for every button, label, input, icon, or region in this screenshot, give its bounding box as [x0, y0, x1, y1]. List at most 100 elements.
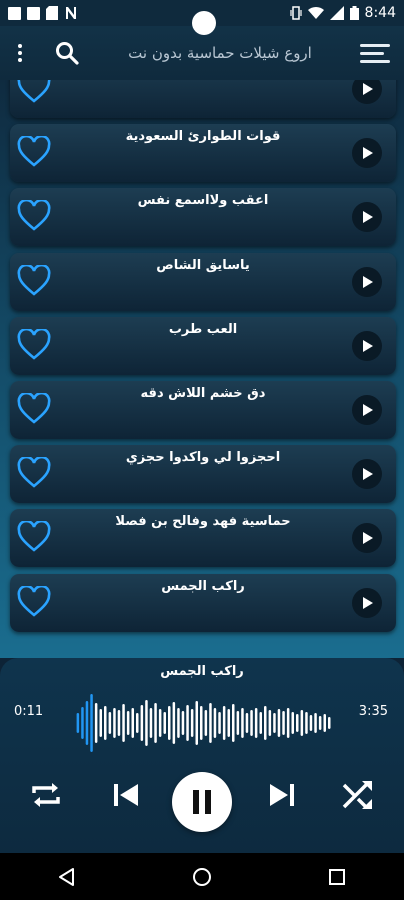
- play-icon: [363, 211, 373, 224]
- track-item[interactable]: راكب الجمس: [10, 573, 396, 632]
- waveform-bar: [76, 713, 80, 733]
- play-button[interactable]: [352, 459, 382, 490]
- waveform-bar: [200, 706, 203, 740]
- camera-cutout: [192, 11, 216, 35]
- track-title: دق خشم اللاش دقه: [140, 386, 266, 401]
- track-item[interactable]: احجزوا لي واكدوا حجزي: [10, 445, 396, 504]
- waveform-bar: [108, 712, 112, 734]
- heart-icon[interactable]: [17, 136, 51, 168]
- waveform-bar: [314, 713, 317, 733]
- waveform-bar: [282, 711, 285, 735]
- heart-icon[interactable]: [17, 393, 51, 425]
- play-button[interactable]: [352, 395, 382, 425]
- waveform-bar: [254, 708, 258, 738]
- waveform-seekbar[interactable]: [76, 690, 332, 756]
- track-item[interactable]: خيال الضيغا الوعيلي: [10, 80, 396, 118]
- play-button[interactable]: [352, 138, 382, 169]
- waveform-bar: [259, 712, 262, 734]
- play-button[interactable]: [352, 266, 382, 297]
- waveform-bar: [245, 713, 249, 733]
- now-playing-title: راكب الجمس: [160, 664, 244, 679]
- home-icon[interactable]: [192, 867, 212, 887]
- waveform-bar: [163, 712, 166, 734]
- waveform-bar: [172, 702, 176, 744]
- play-icon: [363, 339, 373, 352]
- play-button[interactable]: [352, 330, 382, 361]
- waveform-bar: [99, 709, 102, 737]
- waveform-bar: [90, 694, 93, 752]
- waveform-bar: [204, 710, 208, 736]
- recents-icon[interactable]: [327, 867, 347, 887]
- track-title: اعقب ولااسمع نفس: [137, 193, 269, 209]
- track-item[interactable]: العب طرب: [10, 316, 396, 375]
- next-icon[interactable]: [266, 779, 298, 811]
- pause-button[interactable]: [172, 772, 232, 832]
- waveform-bar: [309, 715, 313, 731]
- track-item[interactable]: حماسية فهد وفالح بن فصلا: [10, 509, 396, 568]
- heart-icon[interactable]: [17, 457, 51, 489]
- play-icon: [363, 83, 373, 95]
- search-icon[interactable]: [54, 40, 80, 66]
- play-button[interactable]: [352, 587, 382, 618]
- square-icon: [8, 6, 21, 20]
- more-vert-icon[interactable]: [10, 44, 30, 62]
- system-nav-bar: [0, 853, 404, 900]
- play-icon: [363, 275, 373, 288]
- waveform-bar: [122, 704, 125, 742]
- play-icon: [363, 147, 373, 160]
- track-title: احجزوا لي واكدوا حجزي: [125, 450, 281, 466]
- waveform-bar: [195, 701, 198, 745]
- waveform-bar: [186, 705, 189, 741]
- status-right-icons: 8:44: [289, 5, 396, 21]
- play-icon: [363, 404, 373, 416]
- track-item[interactable]: دق خشم اللاش دقه: [10, 381, 396, 439]
- track-title: ياسايق الشاص: [156, 257, 250, 273]
- waveform-bar: [149, 708, 153, 738]
- sd-card-icon: [46, 6, 58, 20]
- waveform-bar: [305, 712, 308, 734]
- wifi-icon: [307, 6, 324, 20]
- waveform-bar: [131, 708, 134, 738]
- track-title: العب طرب: [168, 321, 238, 337]
- track-item[interactable]: اعقب ولااسمع نفس: [10, 188, 396, 247]
- back-icon[interactable]: [57, 867, 77, 887]
- previous-icon[interactable]: [110, 779, 142, 811]
- heart-icon[interactable]: [17, 80, 51, 104]
- track-list[interactable]: خيال الضيغا الوعيلي قوات الطوارئ السعودية…: [0, 80, 404, 658]
- heart-icon[interactable]: [17, 521, 51, 553]
- waveform-bar: [222, 706, 226, 740]
- play-button[interactable]: [352, 523, 382, 554]
- waveform-bar: [140, 705, 144, 741]
- waveform-bar: [104, 706, 107, 740]
- waveform-bar: [113, 708, 116, 738]
- play-button[interactable]: [352, 80, 382, 104]
- square-icon: [27, 6, 40, 20]
- player-panel: راكب الجمس 0:11 3:35: [0, 658, 404, 853]
- heart-icon[interactable]: [17, 585, 51, 618]
- play-icon: [363, 596, 373, 609]
- track-item[interactable]: قوات الطوارئ السعودية: [10, 124, 396, 183]
- pause-icon: [193, 790, 211, 814]
- waveform-bar: [177, 708, 180, 738]
- waveform-bar: [213, 708, 217, 738]
- n-icon: [66, 7, 76, 19]
- total-time: 3:35: [358, 704, 388, 719]
- repeat-icon[interactable]: [26, 775, 66, 815]
- menu-icon[interactable]: [360, 43, 390, 63]
- waveform-bar: [126, 711, 130, 735]
- heart-icon[interactable]: [17, 328, 51, 361]
- status-left-icons: [8, 6, 78, 20]
- waveform-bar: [218, 712, 221, 734]
- waveform-bar: [81, 707, 84, 739]
- track-item[interactable]: ياسايق الشاص: [10, 252, 396, 311]
- heart-icon[interactable]: [17, 200, 51, 232]
- current-time: 0:11: [14, 704, 44, 719]
- waveform-bar: [264, 706, 267, 740]
- waveform-bar: [250, 710, 253, 736]
- waveform-bar: [136, 713, 139, 733]
- play-button[interactable]: [352, 202, 382, 233]
- waveform-bar: [236, 711, 240, 735]
- heart-icon[interactable]: [17, 264, 51, 297]
- shuffle-icon[interactable]: [338, 775, 378, 815]
- waveform-bar: [328, 717, 331, 729]
